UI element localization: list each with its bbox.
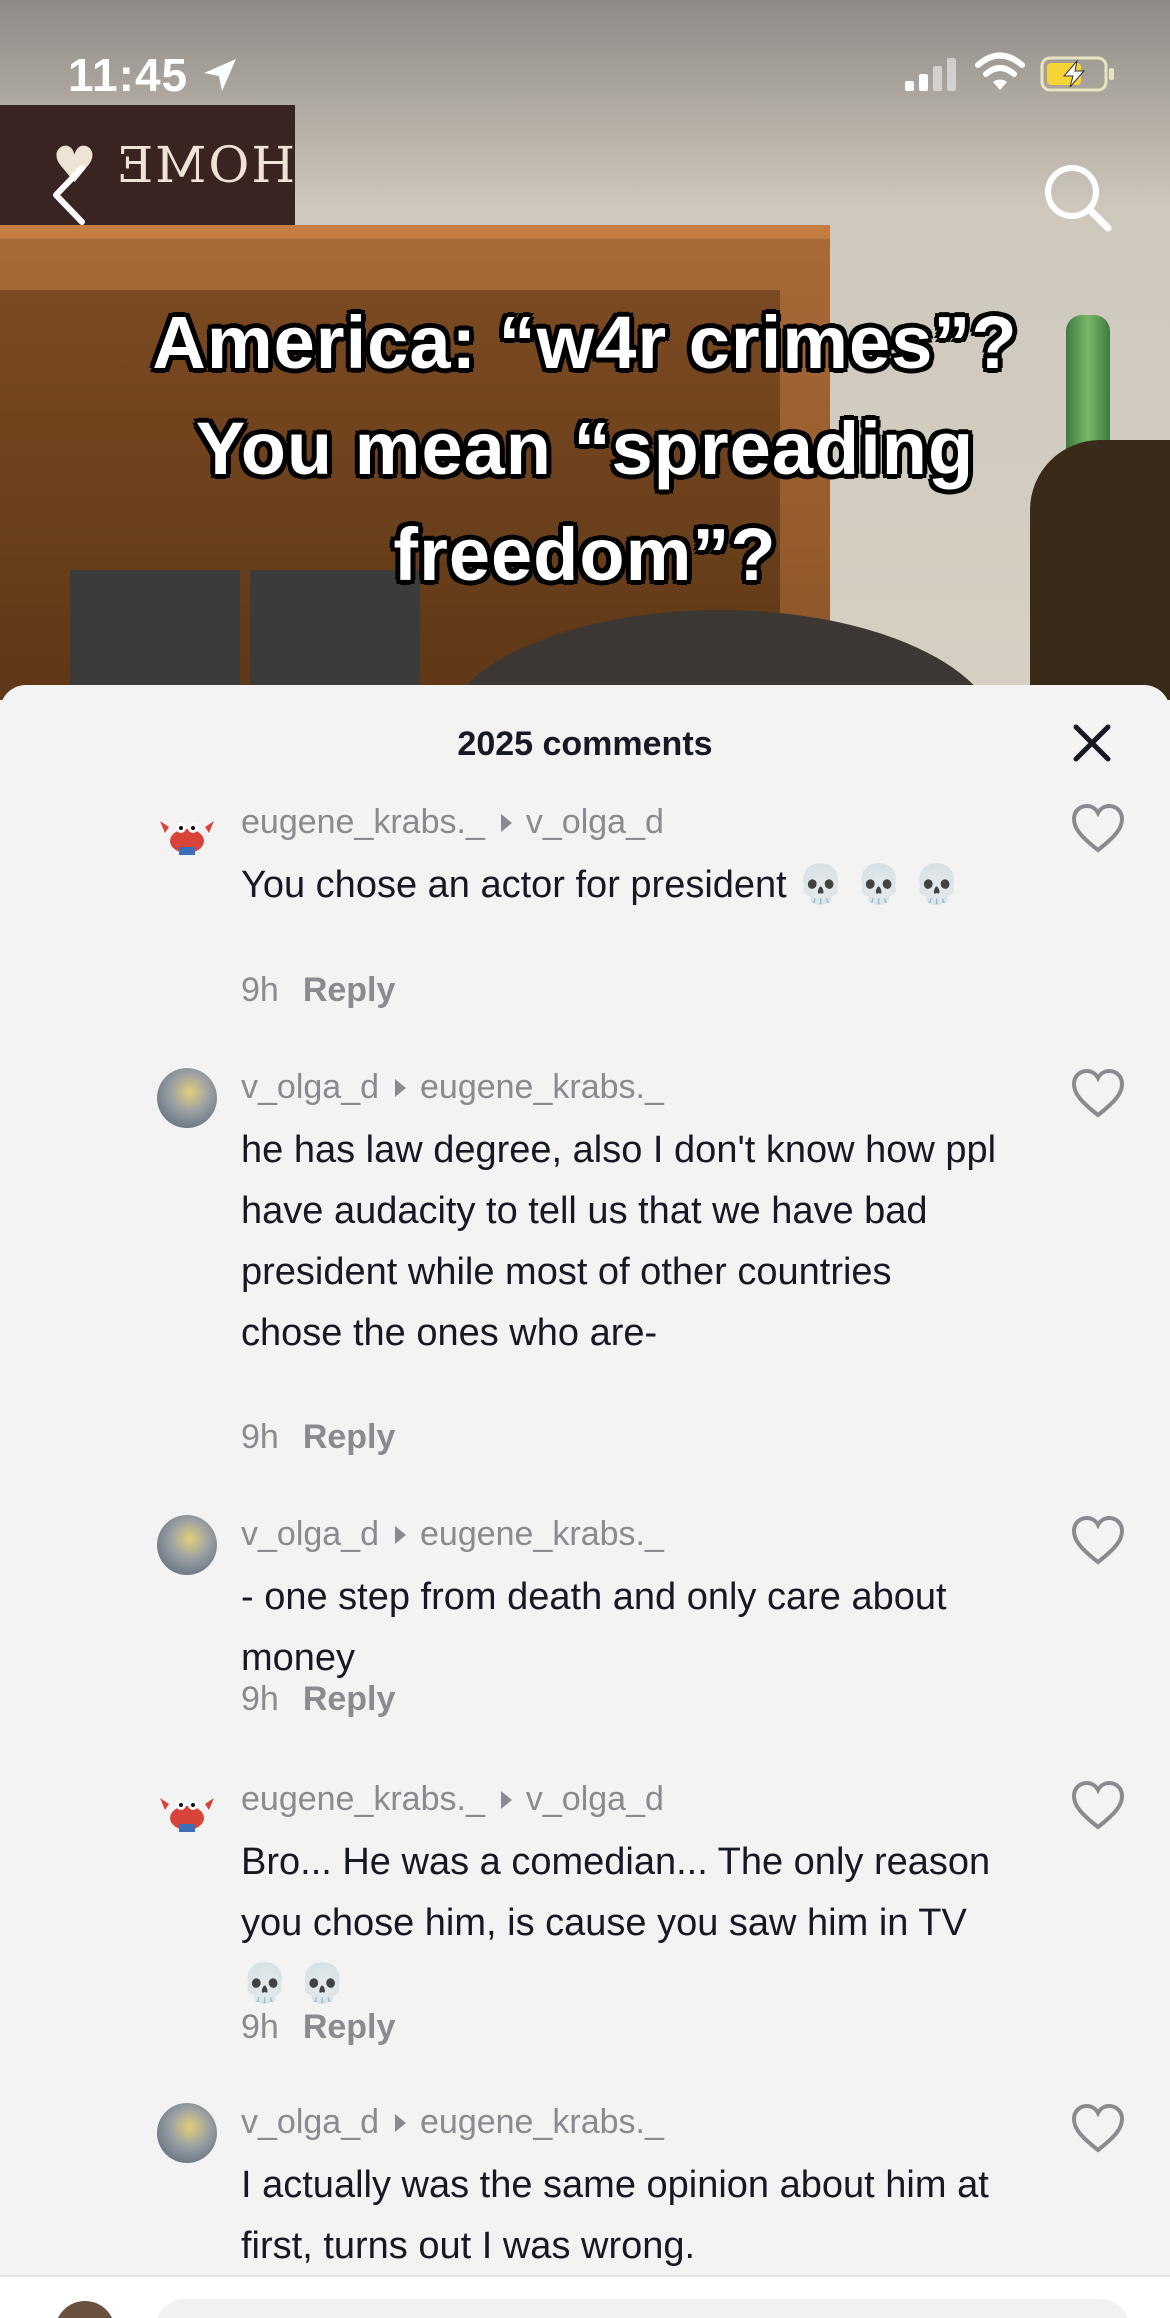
caption-line: America: “w4r crimes”? [152, 301, 1018, 384]
reply-arrow-icon [395, 1078, 407, 1097]
status-bar: 11:45 [0, 0, 1170, 150]
comment-username[interactable]: eugene_krabs._ [241, 803, 485, 841]
comment-meta: eugene_krabs._ v_olga_d [241, 1780, 664, 1819]
comment-footer: 9h Reply [241, 971, 395, 1010]
reply-to-username[interactable]: eugene_krabs._ [420, 1515, 664, 1553]
comment-text: Bro... He was a comedian... The only rea… [241, 1841, 991, 2005]
comment-meta: v_olga_d eugene_krabs._ [241, 1068, 664, 1107]
reply-button[interactable]: Reply [303, 2008, 396, 2046]
comment-meta: v_olga_d eugene_krabs._ [241, 2103, 664, 2142]
my-avatar [55, 2301, 115, 2318]
reply-arrow-icon [500, 1790, 512, 1809]
comment-input-bar [0, 2275, 1170, 2318]
location-arrow-icon [204, 59, 236, 91]
comment-age: 9h [241, 1680, 279, 1718]
heart-outline-icon[interactable] [1070, 1068, 1126, 1120]
reply-to-username[interactable]: eugene_krabs._ [420, 1068, 664, 1106]
comment-meta: eugene_krabs._ v_olga_d [241, 803, 664, 842]
comment-username[interactable]: v_olga_d [241, 1068, 379, 1106]
comment-text: You chose an actor for president 💀 💀 💀 [241, 864, 961, 906]
comments-count-title: 2025 comments [457, 725, 713, 763]
comment-age: 9h [241, 971, 279, 1009]
caption-line: You mean “spreading [195, 407, 975, 490]
comment-footer: 9h Reply [241, 1680, 395, 1719]
avatar-olga[interactable] [157, 1515, 217, 1575]
avatar-krabs[interactable] [157, 1780, 217, 1840]
signal-icon [905, 58, 956, 91]
comment-text: he has law degree, also I don't know how… [241, 1129, 997, 1354]
avatar-krabs[interactable] [157, 803, 217, 863]
reply-to-username[interactable]: v_olga_d [526, 1780, 664, 1818]
reply-button[interactable]: Reply [303, 1680, 396, 1718]
heart-outline-icon[interactable] [1070, 2103, 1126, 2155]
heart-outline-icon[interactable] [1070, 1515, 1126, 1567]
reply-to-username[interactable]: eugene_krabs._ [420, 2103, 664, 2141]
comment-text: - one step from death and only care abou… [241, 1576, 947, 1679]
chevron-left-icon[interactable] [42, 160, 98, 230]
reply-to-username[interactable]: v_olga_d [526, 803, 664, 841]
add-comment-input[interactable] [155, 2299, 1130, 2318]
avatar-olga[interactable] [157, 1068, 217, 1128]
comment-footer: 9h Reply [241, 2008, 395, 2047]
comment-meta: v_olga_d eugene_krabs._ [241, 1515, 664, 1554]
comment-username[interactable]: v_olga_d [241, 1515, 379, 1553]
battery-charging-icon [1040, 56, 1114, 92]
comment-age: 9h [241, 1418, 279, 1456]
comment-username[interactable]: v_olga_d [241, 2103, 379, 2141]
caption-line: freedom”? [393, 513, 777, 596]
reply-arrow-icon [395, 2113, 407, 2132]
heart-outline-icon[interactable] [1070, 803, 1126, 855]
search-icon[interactable] [1040, 160, 1116, 236]
avatar-olga[interactable] [157, 2103, 217, 2163]
reply-button[interactable]: Reply [303, 971, 396, 1009]
status-time: 11:45 [68, 49, 189, 101]
wifi-icon [975, 52, 1025, 90]
reply-button[interactable]: Reply [303, 1418, 396, 1456]
reply-arrow-icon [395, 1525, 407, 1544]
reply-arrow-icon [500, 813, 512, 832]
comments-sheet: 2025 comments eugene_krabs._ v_olga_d You… [0, 685, 1170, 2318]
close-icon[interactable] [1070, 721, 1114, 765]
comment-text: I actually was the same opinion about hi… [241, 2164, 989, 2267]
video-caption: America: “w4r crimes”? You mean “spreadi… [0, 290, 1170, 608]
heart-outline-icon[interactable] [1070, 1780, 1126, 1832]
comment-footer: 9h Reply [241, 1418, 395, 1457]
comment-age: 9h [241, 2008, 279, 2046]
comment-username[interactable]: eugene_krabs._ [241, 1780, 485, 1818]
